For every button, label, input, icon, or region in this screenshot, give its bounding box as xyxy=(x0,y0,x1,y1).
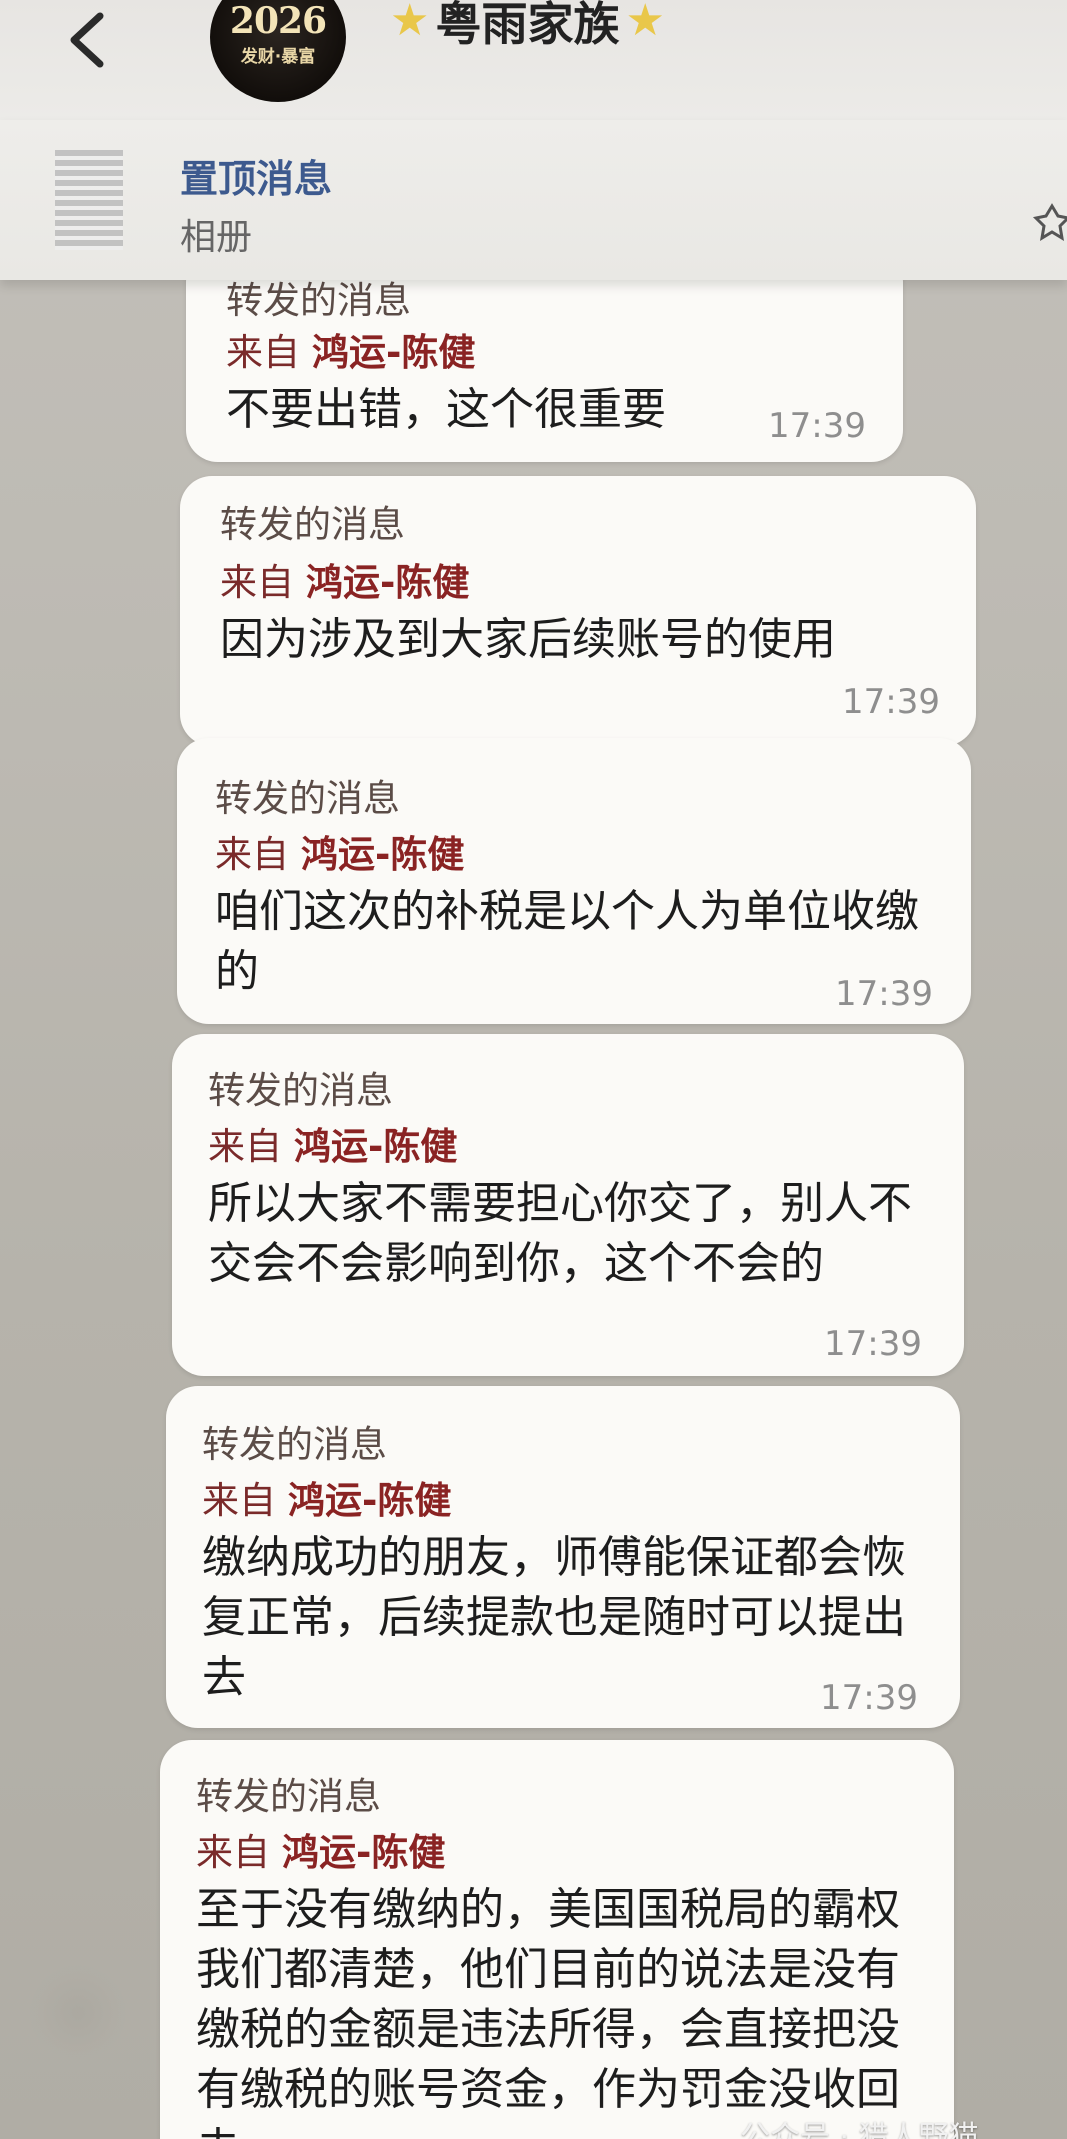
forward-source: 来自 鸿运-陈健 xyxy=(215,824,464,878)
message-bubble[interactable]: 转发的消息 来自 鸿运-陈健 咱们这次的补税是以个人为单位收缴的 17:39 xyxy=(177,738,971,1024)
message-text: 所以大家不需要担心你交了，别人不交会不会影响到你，这个不会的 xyxy=(208,1178,912,1289)
star-icon: ★ xyxy=(625,0,665,46)
message-time: 17:39 xyxy=(842,682,940,722)
message-time: 17:39 xyxy=(820,1678,918,1718)
pinned-title: 置顶消息 xyxy=(180,157,333,201)
forward-label: 转发的消息 xyxy=(220,503,405,546)
forward-source: 来自 鸿运-陈健 xyxy=(202,1470,451,1524)
pinned-message-bar[interactable]: 置顶消息 相册 xyxy=(0,120,1067,280)
chat-screen: 2026 发财·暴富 ★ 粤雨家族 ★ 置顶消息 相册 转发的消息 来自 鸿运-陈… xyxy=(0,0,1067,2139)
pin-icon[interactable] xyxy=(1032,202,1067,242)
forward-source: 来自 鸿运-陈健 xyxy=(226,322,475,376)
message-text: 至于没有缴纳的，美国国税局的霸权我们都清楚，他们目前的说法是没有缴税的金额是违法… xyxy=(196,1884,900,2139)
from-prefix: 来自 xyxy=(215,833,289,876)
forward-source: 来自 鸿运-陈健 xyxy=(196,1822,445,1876)
group-title-area[interactable]: ★ 粤雨家族 ★ xyxy=(390,0,665,56)
forward-source: 来自 鸿运-陈健 xyxy=(208,1116,457,1170)
watermark: 公众号 · 猎人野猫 xyxy=(740,2120,979,2139)
avatar-slogan: 发财·暴富 xyxy=(240,47,316,67)
message-time: 17:39 xyxy=(824,1324,922,1364)
from-prefix: 来自 xyxy=(196,1831,270,1874)
from-prefix: 来自 xyxy=(208,1125,282,1168)
forward-label: 转发的消息 xyxy=(208,1069,393,1112)
from-prefix: 来自 xyxy=(202,1479,276,1522)
message-bubble[interactable]: 转发的消息 来自 鸿运-陈健 所以大家不需要担心你交了，别人不交会不会影响到你，这… xyxy=(172,1034,964,1376)
from-prefix: 来自 xyxy=(220,561,294,604)
sender-name[interactable]: 鸿运-陈健 xyxy=(282,1831,445,1874)
forward-label: 转发的消息 xyxy=(215,777,400,820)
message-bubble[interactable]: 转发的消息 来自 鸿运-陈健 至于没有缴纳的，美国国税局的霸权我们都清楚，他们目前… xyxy=(160,1740,954,2139)
message-text: 咱们这次的补税是以个人为单位收缴的 xyxy=(215,886,919,997)
message-text: 不要出错，这个很重要 xyxy=(226,384,666,435)
sender-name[interactable]: 鸿运-陈健 xyxy=(306,561,469,604)
sender-name[interactable]: 鸿运-陈健 xyxy=(301,833,464,876)
message-text: 因为涉及到大家后续账号的使用 xyxy=(220,614,836,665)
message-bubble[interactable]: 转发的消息 来自 鸿运-陈健 不要出错，这个很重要 17:39 xyxy=(186,250,903,462)
message-bubble[interactable]: 转发的消息 来自 鸿运-陈健 因为涉及到大家后续账号的使用 17:39 xyxy=(180,476,976,746)
sender-name[interactable]: 鸿运-陈健 xyxy=(294,1125,457,1168)
chat-header: 2026 发财·暴富 ★ 粤雨家族 ★ xyxy=(0,0,1067,120)
group-title: 粤雨家族 xyxy=(435,0,620,51)
star-icon: ★ xyxy=(390,0,430,46)
pinned-subtitle: 相册 xyxy=(180,217,253,258)
forward-label: 转发的消息 xyxy=(196,1775,381,1818)
sender-name[interactable]: 鸿运-陈健 xyxy=(312,331,475,374)
chevron-left-icon xyxy=(70,12,104,68)
from-prefix: 来自 xyxy=(226,331,300,374)
pinned-thumbnail xyxy=(55,150,123,250)
message-bubble[interactable]: 转发的消息 来自 鸿运-陈健 缴纳成功的朋友，师傅能保证都会恢复正常，后续提款也是… xyxy=(166,1386,960,1728)
avatar-year: 2026 xyxy=(229,0,327,42)
message-time: 17:39 xyxy=(768,406,866,446)
sender-name[interactable]: 鸿运-陈健 xyxy=(288,1479,451,1522)
back-button[interactable] xyxy=(60,8,116,72)
group-avatar[interactable]: 2026 发财·暴富 xyxy=(210,0,346,102)
forward-source: 来自 鸿运-陈健 xyxy=(220,552,469,606)
message-time: 17:39 xyxy=(835,974,933,1014)
forward-label: 转发的消息 xyxy=(202,1423,387,1466)
input-action-button[interactable] xyxy=(30,1965,126,2061)
